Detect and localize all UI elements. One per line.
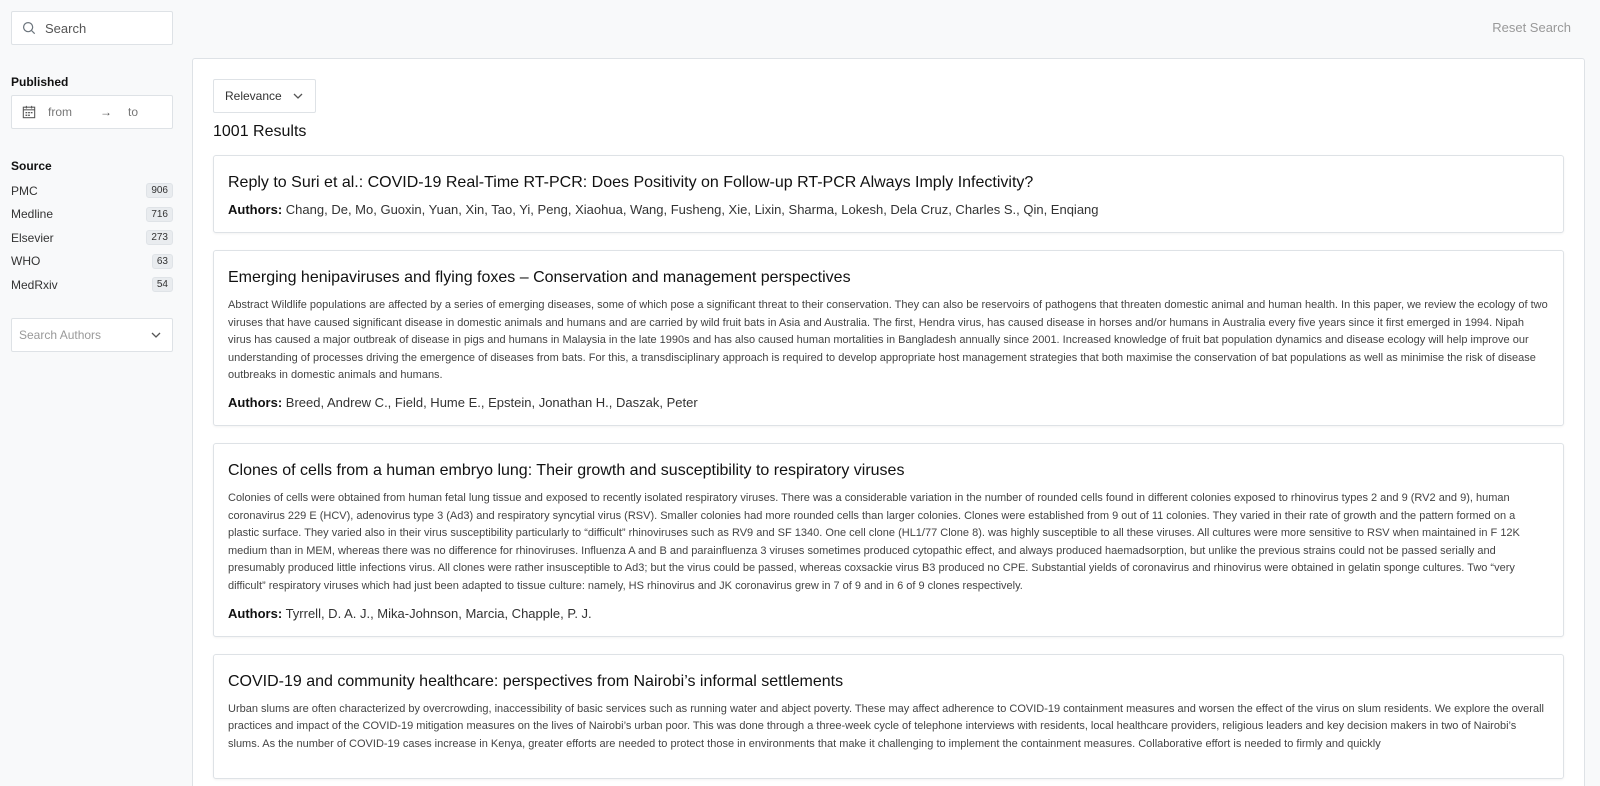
results-count: 1001 Results bbox=[213, 123, 307, 140]
search-authors-placeholder: Search Authors bbox=[19, 327, 102, 342]
result-abstract: Abstract Wildlife populations are affect… bbox=[228, 299, 1548, 382]
count-badge: 906 bbox=[146, 183, 173, 199]
results-panel: Relevance 1001 Results Reply to Suri et … bbox=[192, 58, 1585, 786]
search-authors-select[interactable]: Search Authors bbox=[11, 317, 173, 352]
result-abstract: Urban slums are often characterized by o… bbox=[228, 702, 1544, 750]
result-title[interactable]: Clones of cells from a human embryo lung… bbox=[228, 462, 1549, 480]
source-item-label: MedRxiv bbox=[11, 277, 58, 292]
source-item-label: Elsevier bbox=[11, 230, 54, 245]
result-card: Emerging henipaviruses and flying foxes … bbox=[213, 250, 1564, 426]
count-badge: 54 bbox=[151, 277, 173, 293]
source-item-label: PMC bbox=[11, 183, 38, 198]
authors-list: Breed, Andrew C., Field, Hume E., Epstei… bbox=[285, 394, 698, 410]
search-icon bbox=[22, 21, 36, 35]
date-to-input[interactable]: to bbox=[128, 105, 138, 119]
source-item-medrxiv[interactable]: MedRxiv 54 bbox=[11, 273, 173, 297]
calendar-icon bbox=[22, 105, 36, 119]
result-abstract: Colonies of cells were obtained from hum… bbox=[228, 491, 1520, 592]
filter-sidebar: Published from → to Source PMC 906 Medli… bbox=[11, 11, 221, 352]
sort-selected-value: Relevance bbox=[225, 89, 282, 103]
result-card: COVID-19 and community healthcare: persp… bbox=[213, 653, 1564, 780]
sort-select[interactable]: Relevance bbox=[213, 79, 316, 113]
published-date-range[interactable]: from → to bbox=[11, 95, 173, 129]
chevron-down-icon bbox=[292, 90, 304, 102]
result-authors: Authors: Tyrrell, D. A. J., Mika-Johnson… bbox=[228, 606, 1549, 621]
source-item-medline[interactable]: Medline 716 bbox=[11, 203, 173, 227]
source-list: PMC 906 Medline 716 Elsevier 273 WHO 63 … bbox=[11, 179, 173, 297]
authors-list: Chang, De, Mo, Guoxin, Yuan, Xin, Tao, Y… bbox=[285, 202, 1099, 217]
authors-label: Authors: bbox=[228, 394, 283, 410]
search-input[interactable] bbox=[45, 20, 221, 36]
source-item-elsevier[interactable]: Elsevier 273 bbox=[11, 226, 173, 250]
published-label: Published bbox=[11, 75, 69, 89]
chevron-down-icon bbox=[150, 329, 162, 341]
source-item-pmc[interactable]: PMC 906 bbox=[11, 179, 173, 203]
count-badge: 716 bbox=[146, 206, 173, 222]
source-item-label: Medline bbox=[11, 207, 54, 222]
authors-label: Authors: bbox=[228, 202, 283, 217]
date-from-input[interactable]: from bbox=[48, 105, 86, 119]
result-title[interactable]: Reply to Suri et al.: COVID-19 Real-Time… bbox=[228, 174, 1549, 192]
arrow-right-icon: → bbox=[100, 105, 112, 119]
authors-list: Tyrrell, D. A. J., Mika-Johnson, Marcia,… bbox=[285, 605, 592, 621]
result-card: Clones of cells from a human embryo lung… bbox=[213, 442, 1564, 637]
source-item-who[interactable]: WHO 63 bbox=[11, 250, 173, 274]
source-label: Source bbox=[11, 159, 52, 173]
count-badge: 273 bbox=[146, 230, 173, 246]
result-authors: Authors: Breed, Andrew C., Field, Hume E… bbox=[228, 395, 1549, 410]
count-badge: 63 bbox=[151, 253, 173, 269]
result-card: Reply to Suri et al.: COVID-19 Real-Time… bbox=[213, 155, 1564, 233]
search-box[interactable] bbox=[11, 11, 221, 45]
authors-label: Authors: bbox=[228, 605, 283, 621]
source-item-label: WHO bbox=[11, 254, 41, 269]
reset-search-link[interactable]: Reset Search bbox=[1492, 20, 1571, 35]
result-title[interactable]: Emerging henipaviruses and flying foxes … bbox=[228, 269, 1549, 287]
result-title[interactable]: COVID-19 and community healthcare: persp… bbox=[228, 673, 1549, 691]
result-authors: Authors: Chang, De, Mo, Guoxin, Yuan, Xi… bbox=[228, 202, 1549, 217]
